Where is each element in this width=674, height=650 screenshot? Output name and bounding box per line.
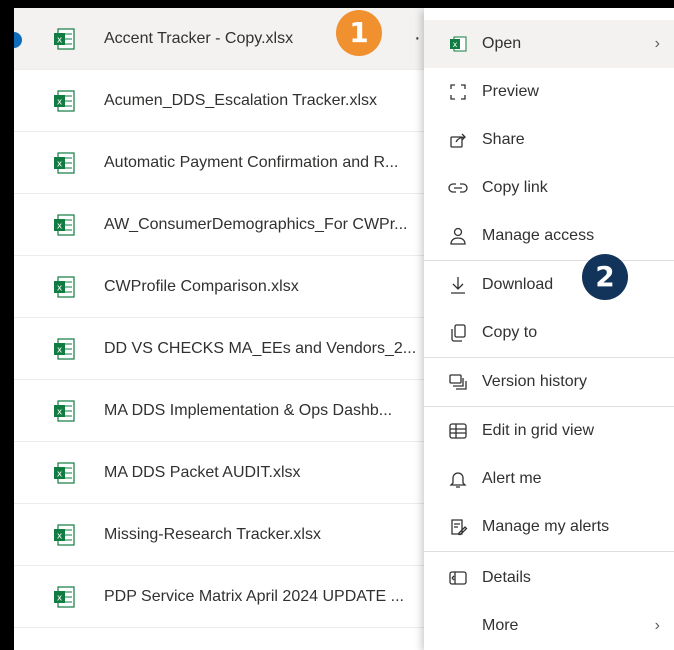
svg-text:x: x (57, 98, 63, 108)
preview-icon (450, 84, 466, 100)
file-name[interactable]: Missing-Research Tracker.xlsx (104, 525, 444, 545)
menu-item-alert-me[interactable]: Alert me (424, 455, 674, 503)
menu-item-share[interactable]: Share (424, 116, 674, 164)
file-name[interactable]: MA DDS Implementation & Ops Dashb... (104, 401, 444, 421)
excel-file-icon: x (54, 276, 75, 298)
manage-alerts-icon (451, 519, 468, 536)
svg-text:x: x (57, 470, 63, 480)
menu-item-preview[interactable]: Preview (424, 68, 674, 116)
menu-item-manage-access[interactable]: Manage access (424, 212, 674, 260)
download-icon (451, 277, 465, 294)
share-icon (450, 133, 466, 148)
menu-item-label: Open (482, 35, 522, 52)
excel-file-icon: x (54, 338, 75, 360)
menu-item-manage-alerts[interactable]: Manage my alerts (424, 503, 674, 551)
excel-file-icon: x (54, 28, 75, 50)
chevron-right-icon: › (654, 617, 660, 634)
menu-item-label: Preview (482, 83, 539, 100)
excel-file-icon: x (54, 462, 75, 484)
menu-item-open[interactable]: x Open › (424, 20, 674, 68)
svg-text:x: x (57, 346, 63, 356)
menu-item-label: Copy to (482, 324, 538, 341)
menu-item-label: Details (482, 569, 531, 586)
svg-text:x: x (453, 40, 458, 49)
menu-item-label: More (482, 617, 519, 634)
excel-file-icon: x (54, 586, 75, 608)
excel-icon: x (450, 36, 467, 52)
menu-item-copy-link[interactable]: Copy link (424, 164, 674, 212)
menu-item-label: Copy link (482, 179, 548, 196)
svg-text:x: x (57, 532, 63, 542)
excel-file-icon: x (54, 152, 75, 174)
step-badge-1: 1 (336, 10, 382, 56)
chevron-right-icon: › (654, 35, 660, 52)
file-name[interactable]: Automatic Payment Confirmation and R... (104, 153, 444, 173)
file-name[interactable]: Accent Tracker - Copy.xlsx (104, 29, 444, 49)
file-name[interactable]: DD VS CHECKS MA_EEs and Vendors_2... (104, 339, 444, 359)
menu-item-label: Version history (482, 373, 587, 390)
svg-text:x: x (57, 284, 63, 294)
file-name[interactable]: PDP Service Matrix April 2024 UPDATE ... (104, 587, 444, 607)
menu-item-copy-to[interactable]: Copy to (424, 309, 674, 357)
menu-item-label: Share (482, 131, 525, 148)
excel-file-icon: x (54, 524, 75, 546)
selection-check-icon[interactable] (14, 32, 22, 48)
menu-item-label: Manage my alerts (482, 518, 610, 535)
menu-item-details[interactable]: Details (424, 554, 674, 602)
file-name[interactable]: MA DDS Packet AUDIT.xlsx (104, 463, 444, 483)
context-menu: x Open › Preview Share Copy link Manage … (424, 8, 674, 650)
svg-text:x: x (57, 222, 63, 232)
menu-item-label: Edit in grid view (482, 422, 595, 439)
menu-item-label: Manage access (482, 227, 595, 244)
menu-item-edit-grid[interactable]: Edit in grid view (424, 407, 674, 455)
link-icon (448, 183, 468, 193)
excel-file-icon: x (54, 90, 75, 112)
menu-item-more[interactable]: More › (424, 602, 674, 650)
details-icon (449, 571, 467, 585)
menu-item-download[interactable]: Download (424, 261, 674, 309)
svg-text:x: x (57, 594, 63, 604)
excel-file-icon: x (54, 214, 75, 236)
step-badge-2: 2 (582, 254, 628, 300)
bell-icon (449, 472, 467, 488)
file-name[interactable]: Acumen_DDS_Escalation Tracker.xlsx (104, 91, 444, 111)
menu-item-label: Alert me (482, 470, 542, 487)
copy-icon (451, 324, 466, 342)
history-icon (449, 374, 467, 390)
svg-text:x: x (57, 160, 63, 170)
excel-file-icon: x (54, 400, 75, 422)
svg-text:x: x (57, 408, 63, 418)
menu-divider (424, 551, 674, 552)
menu-item-label: Download (482, 276, 554, 293)
person-icon (450, 227, 466, 245)
grid-icon (449, 423, 467, 439)
file-name[interactable]: AW_ConsumerDemographics_For CWPr... (104, 215, 444, 235)
file-name[interactable]: CWProfile Comparison.xlsx (104, 277, 444, 297)
svg-text:x: x (57, 36, 63, 46)
menu-item-version-history[interactable]: Version history (424, 358, 674, 406)
